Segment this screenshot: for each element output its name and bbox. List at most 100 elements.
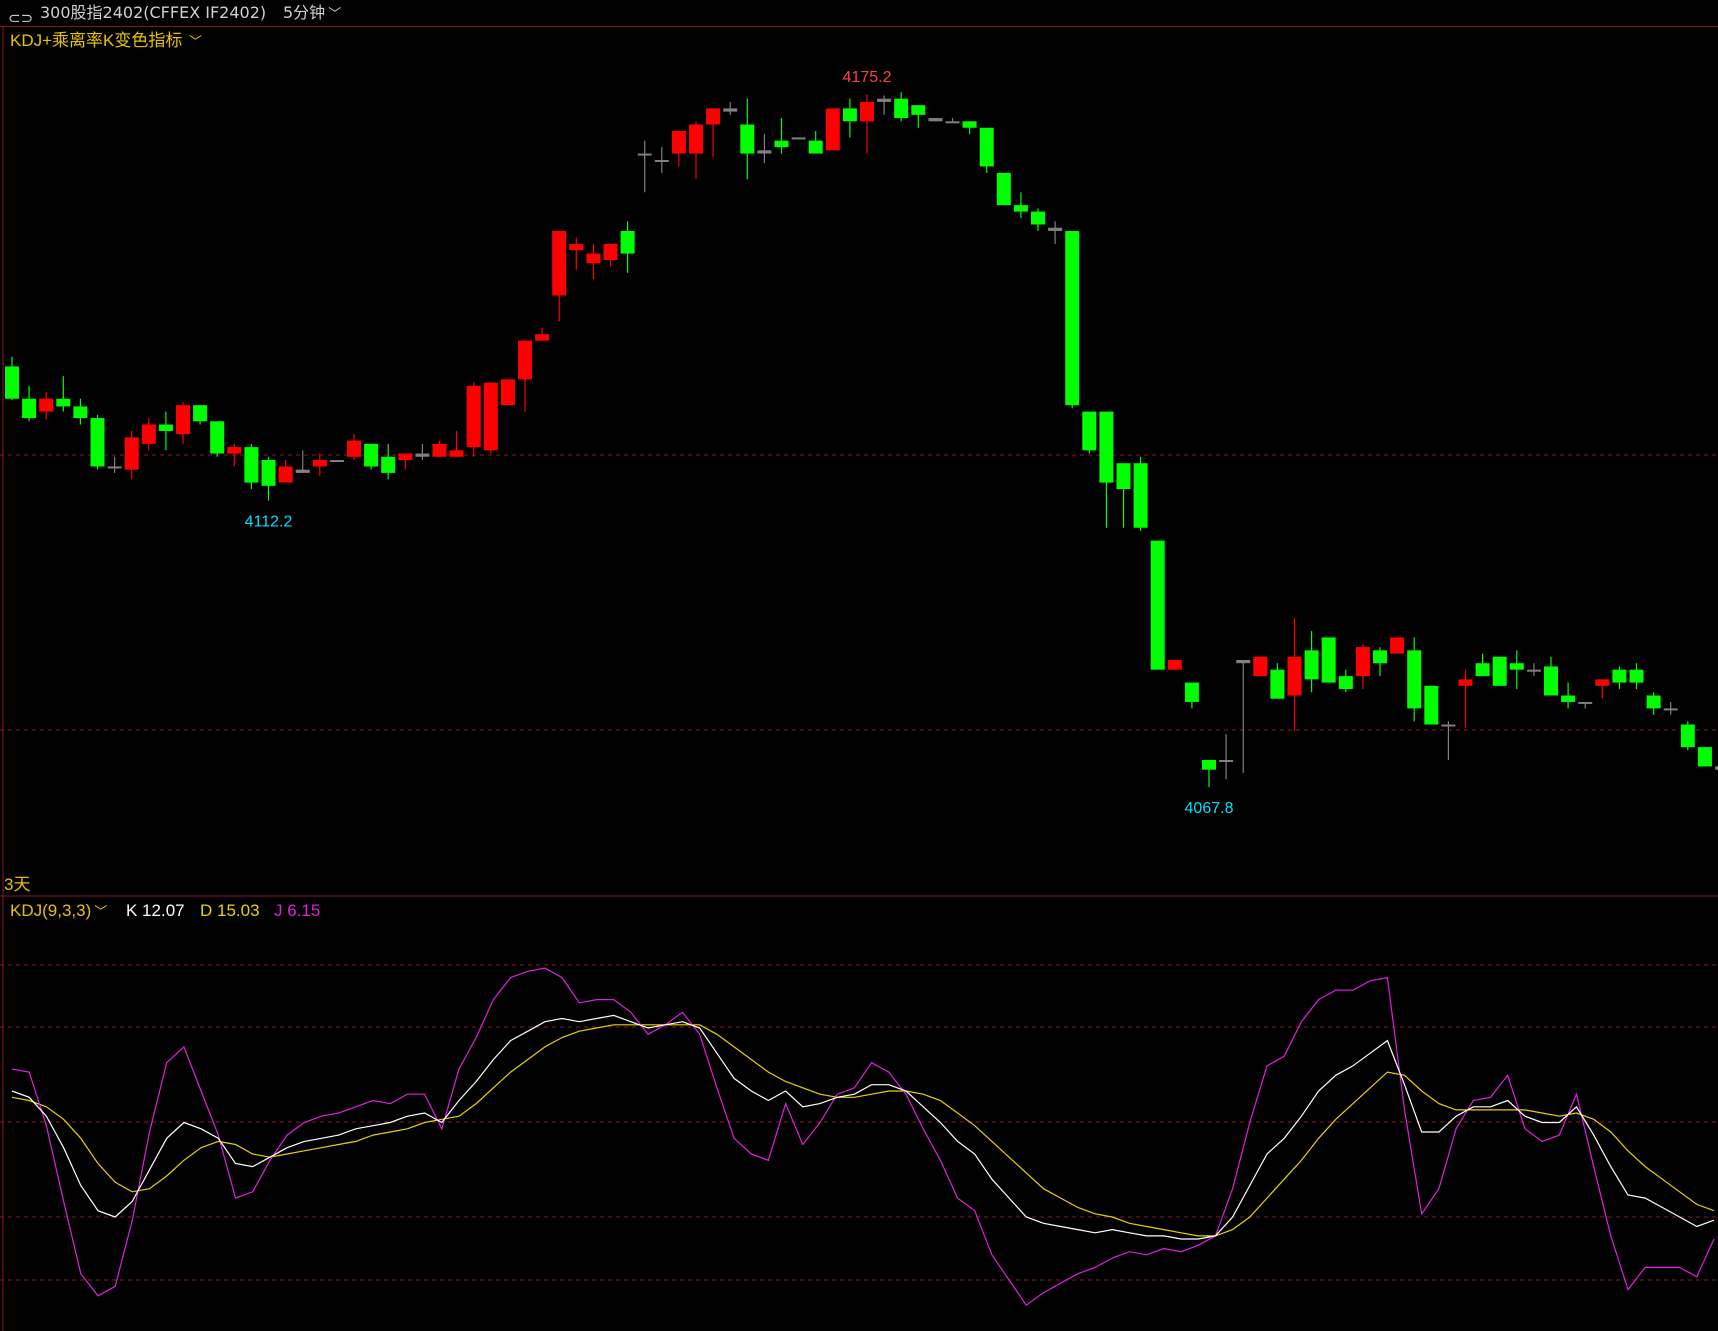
d-value-label: D 15.03 bbox=[200, 901, 260, 920]
candle-body bbox=[1373, 650, 1387, 664]
candle-body bbox=[911, 105, 926, 115]
candle-body bbox=[569, 243, 584, 251]
candle-body bbox=[774, 140, 789, 148]
j-value-label: J 6.15 bbox=[274, 901, 320, 920]
candle-body bbox=[1065, 230, 1080, 406]
candle-body bbox=[500, 379, 515, 406]
candle-body bbox=[1099, 411, 1114, 483]
candle-body bbox=[1031, 211, 1045, 225]
candle-body bbox=[1184, 682, 1199, 702]
low-price-label: 4112.2 bbox=[245, 514, 293, 531]
candle-body bbox=[1680, 724, 1695, 748]
candle-body bbox=[1509, 663, 1524, 670]
candle-body bbox=[689, 124, 703, 154]
candle-body bbox=[39, 398, 54, 412]
candle-body bbox=[1321, 637, 1336, 683]
candle-body bbox=[329, 460, 344, 462]
kdj-series bbox=[11, 967, 1715, 1307]
sub-indicator-label[interactable]: KDJ(9,3,3) ﹀ bbox=[10, 901, 107, 920]
candle-body bbox=[261, 460, 276, 486]
candle-body bbox=[945, 121, 960, 124]
candle-body bbox=[1116, 463, 1131, 490]
candle-body bbox=[398, 453, 413, 460]
candle-body bbox=[1236, 660, 1251, 664]
candle-body bbox=[603, 243, 618, 260]
chart-canvas[interactable]: KDJ+乘离率K变色指标 ﹀ 3天 KDJ(9,3,3) ﹀ K 12.07 D … bbox=[0, 0, 1718, 1331]
d-line bbox=[11, 1024, 1715, 1237]
candle-body bbox=[1578, 701, 1593, 704]
candle-body bbox=[1355, 647, 1370, 677]
candle-body bbox=[654, 160, 669, 162]
candle-body bbox=[5, 366, 19, 399]
candle-body bbox=[278, 466, 293, 483]
candle-body bbox=[432, 443, 447, 457]
candle-body bbox=[449, 450, 464, 457]
main-indicator-label[interactable]: KDJ+乘离率K变色指标 ﹀ bbox=[10, 31, 202, 50]
candle-body bbox=[90, 418, 105, 467]
candle-body bbox=[996, 172, 1011, 206]
candle-body bbox=[364, 443, 379, 467]
candle-body bbox=[244, 447, 259, 483]
candle-body bbox=[1561, 695, 1576, 702]
candle-body bbox=[1270, 669, 1285, 699]
candle-body bbox=[312, 460, 327, 467]
candle-body bbox=[483, 382, 498, 451]
candle-body bbox=[791, 137, 806, 140]
candle-body bbox=[1304, 650, 1319, 680]
candle-body bbox=[1458, 679, 1473, 686]
candle-body bbox=[877, 98, 892, 102]
candle-body bbox=[1407, 650, 1422, 709]
candle-body bbox=[928, 118, 943, 122]
candle-body bbox=[637, 153, 652, 156]
candle-body bbox=[295, 469, 310, 473]
candle-body bbox=[1595, 679, 1610, 686]
candle-body bbox=[415, 453, 430, 457]
candle-body bbox=[552, 230, 567, 296]
range-label: 3天 bbox=[4, 875, 30, 894]
candle-body bbox=[210, 421, 225, 454]
candle-body bbox=[706, 108, 721, 125]
candle-body bbox=[141, 424, 156, 444]
candle-body bbox=[1082, 411, 1097, 451]
candle-body bbox=[723, 108, 738, 112]
candle-body bbox=[158, 424, 173, 431]
candle-body bbox=[586, 253, 601, 264]
candle-body bbox=[962, 121, 977, 128]
candle-body bbox=[466, 385, 481, 448]
candle-body bbox=[107, 466, 122, 469]
candle-body bbox=[1475, 663, 1490, 677]
candle-body bbox=[535, 334, 550, 341]
candle-body bbox=[1133, 463, 1148, 528]
candle-body bbox=[227, 447, 242, 454]
low-price-label: 4067.8 bbox=[1185, 800, 1234, 817]
candle-body bbox=[1663, 708, 1678, 711]
candle-body bbox=[979, 127, 994, 167]
j-line bbox=[11, 967, 1715, 1307]
candlestick-series bbox=[5, 92, 1718, 788]
candle-body bbox=[56, 398, 71, 407]
candle-body bbox=[176, 405, 190, 435]
candle-body bbox=[1441, 724, 1456, 727]
candle-body bbox=[518, 340, 532, 380]
candle-body bbox=[808, 140, 823, 154]
candle-body bbox=[1612, 669, 1627, 683]
k-value-label: K 12.07 bbox=[126, 901, 185, 920]
candle-body bbox=[22, 398, 37, 419]
candle-body bbox=[1629, 669, 1644, 683]
candle-body bbox=[860, 101, 874, 122]
candle-body bbox=[671, 130, 686, 154]
candle-body bbox=[620, 230, 635, 254]
candle-body bbox=[740, 124, 755, 154]
candle-body bbox=[1202, 760, 1216, 770]
candle-body bbox=[193, 405, 208, 422]
candle-body bbox=[347, 440, 361, 457]
candle-body bbox=[1048, 227, 1063, 231]
candle-body bbox=[1646, 695, 1661, 709]
candle-body bbox=[1219, 760, 1234, 762]
candle-body bbox=[124, 437, 139, 470]
grid-layer bbox=[0, 26, 1718, 1331]
high-price-label: 4175.2 bbox=[843, 69, 892, 86]
candle-body bbox=[1167, 660, 1182, 670]
candle-body bbox=[1697, 747, 1712, 767]
candle-body bbox=[842, 108, 857, 122]
